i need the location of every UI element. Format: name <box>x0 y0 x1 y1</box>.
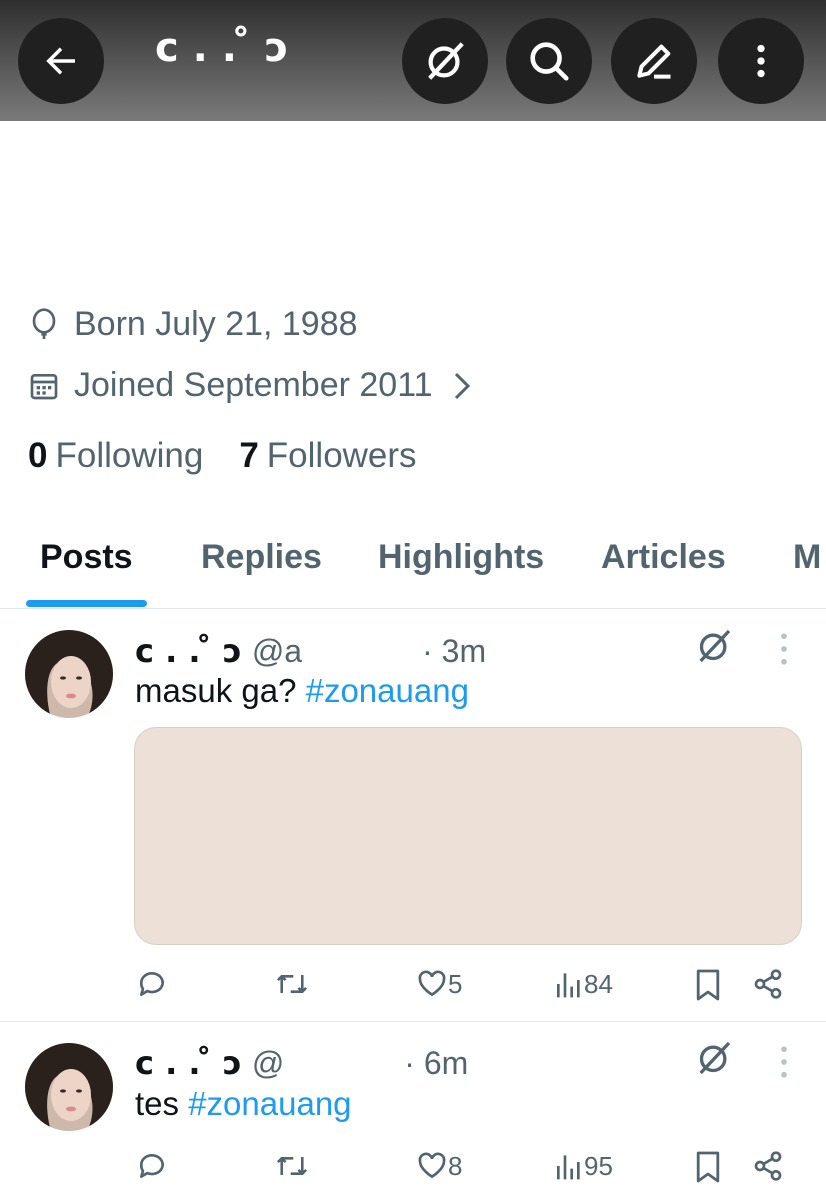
bookmark-icon <box>696 969 720 1001</box>
search-icon <box>530 42 569 81</box>
tab-highlights[interactable]: Highlights <box>378 538 544 577</box>
active-tab-indicator <box>26 600 147 607</box>
repost-button[interactable] <box>274 1150 310 1182</box>
avatar-image <box>25 630 113 718</box>
followers-link[interactable]: 7 Followers <box>239 436 416 476</box>
grok-icon <box>428 42 464 80</box>
repost-icon <box>276 1157 308 1175</box>
tab-replies[interactable]: Replies <box>201 538 322 577</box>
view-count: 95 <box>584 1150 613 1181</box>
reply-icon <box>139 1154 164 1178</box>
follow-counts: 0 Following 7 Followers <box>28 436 453 476</box>
share-icon <box>754 969 782 999</box>
like-count: 5 <box>448 968 463 999</box>
followers-count: 7 <box>239 436 259 475</box>
grok-button[interactable] <box>402 18 488 104</box>
post-handle[interactable]: @a <box>252 633 302 670</box>
reply-icon <box>139 972 164 996</box>
avatar[interactable] <box>25 630 113 718</box>
like-button[interactable]: 5 <box>416 968 462 1000</box>
bookmark-button[interactable] <box>694 968 722 1002</box>
born-row: Born July 21, 1988 <box>28 305 358 344</box>
following-link[interactable]: 0 Following <box>28 436 203 476</box>
reply-button[interactable] <box>136 1150 168 1182</box>
share-button[interactable] <box>752 968 784 1000</box>
post-header: ϲ . . ̊ ͻ @a · 3m <box>135 630 486 672</box>
grok-icon[interactable] <box>694 626 734 666</box>
header-display-name: ϲ . . ̊ ͻ <box>155 25 289 71</box>
edit-button[interactable] <box>611 18 697 104</box>
share-icon <box>754 1151 782 1181</box>
born-text: Born July 21, 1988 <box>74 305 358 343</box>
heart-icon <box>418 1152 446 1179</box>
avatar[interactable] <box>25 1043 113 1131</box>
back-button[interactable] <box>18 18 104 104</box>
post-text: tes #zonauang <box>135 1085 352 1123</box>
like-count: 8 <box>448 1150 463 1181</box>
post-divider <box>0 1021 826 1022</box>
followers-label: Followers <box>266 436 417 475</box>
balloon-icon <box>32 307 56 339</box>
more-button[interactable] <box>718 18 804 104</box>
repost-icon <box>276 974 308 993</box>
calendar-icon <box>30 373 58 399</box>
heart-icon <box>418 970 446 997</box>
view-count: 84 <box>584 968 613 999</box>
views-button[interactable]: 84 <box>554 968 613 1000</box>
edit-icon <box>637 44 671 79</box>
joined-text: Joined September 2011 <box>74 366 433 404</box>
post-header: ϲ . . ̊ ͻ @ · 6m <box>135 1042 468 1084</box>
views-button[interactable]: 95 <box>554 1150 613 1182</box>
avatar-image <box>25 1043 113 1131</box>
repost-button[interactable] <box>274 968 310 1000</box>
views-icon <box>557 973 580 998</box>
following-label: Following <box>55 436 204 475</box>
post-text: masuk ga? #zonauang <box>135 672 469 710</box>
like-button[interactable]: 8 <box>416 1150 462 1182</box>
joined-row[interactable]: Joined September 2011 <box>28 366 487 405</box>
search-button[interactable] <box>506 18 592 104</box>
post-more-icon[interactable] <box>778 1045 790 1079</box>
following-count: 0 <box>28 436 48 475</box>
bookmark-icon <box>696 1151 720 1183</box>
share-button[interactable] <box>752 1150 784 1182</box>
post-handle[interactable]: @ <box>252 1045 284 1082</box>
profile-tabs: Posts Replies Highlights Articles M <box>0 520 826 609</box>
chevron-right-icon <box>454 372 470 399</box>
bookmark-button[interactable] <box>694 1150 722 1184</box>
profile-header: ϲ . . ̊ ͻ <box>0 0 826 121</box>
tab-articles[interactable]: Articles <box>601 538 726 577</box>
tab-media[interactable]: M <box>793 538 821 577</box>
tab-posts[interactable]: Posts <box>40 538 133 577</box>
grok-icon[interactable] <box>694 1038 734 1078</box>
post-display-name[interactable]: ϲ . . ̊ ͻ <box>135 1044 242 1082</box>
post-time[interactable]: · 6m <box>404 1045 468 1082</box>
post-body: masuk ga? <box>135 672 306 709</box>
post-more-icon[interactable] <box>778 632 790 666</box>
post-time[interactable]: · 3m <box>422 633 486 670</box>
hashtag-link[interactable]: #zonauang <box>188 1085 351 1122</box>
post-body: tes <box>135 1085 189 1122</box>
views-icon <box>557 1155 580 1180</box>
post-display-name[interactable]: ϲ . . ̊ ͻ <box>135 632 242 670</box>
hashtag-link[interactable]: #zonauang <box>306 672 469 709</box>
back-arrow-icon <box>46 47 75 75</box>
more-icon <box>757 44 765 78</box>
post-media[interactable] <box>134 727 802 945</box>
reply-button[interactable] <box>136 968 168 1000</box>
